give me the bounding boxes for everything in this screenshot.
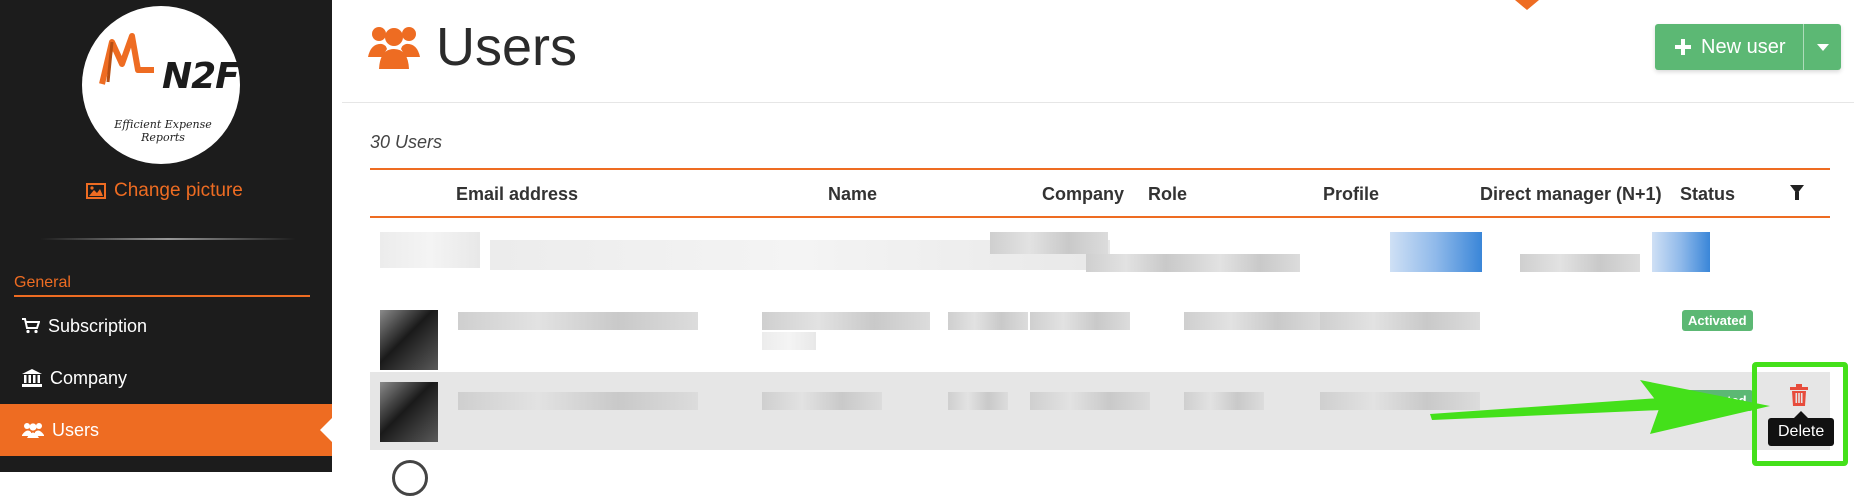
blurred-email (458, 392, 698, 410)
bank-icon (22, 369, 42, 387)
trash-icon[interactable] (1789, 384, 1809, 406)
table-row[interactable] (370, 452, 1830, 496)
logo-mark-icon (99, 33, 154, 85)
change-picture-label: Change picture (114, 180, 243, 201)
delete-tooltip: Delete (1768, 411, 1835, 446)
column-header-name[interactable]: Name (828, 184, 877, 205)
blurred-manager (1320, 312, 1480, 330)
user-count: 30 Users (370, 132, 443, 152)
sidebar-item-subscription[interactable]: Subscription (0, 300, 332, 352)
column-header-role[interactable]: Role (1148, 184, 1187, 205)
section-underline (14, 295, 310, 297)
users-icon (22, 423, 44, 438)
annotation-arrow-icon (1430, 380, 1770, 434)
change-picture-link[interactable]: Change picture (86, 180, 243, 202)
avatar (380, 310, 438, 370)
blurred-role (1030, 392, 1150, 410)
table-row[interactable] (370, 220, 1830, 298)
avatar (392, 460, 428, 496)
blurred-profile (1184, 312, 1324, 330)
column-header-company[interactable]: Company (1042, 184, 1124, 205)
blurred-email (458, 312, 698, 330)
logo-tagline: Efficient Expense Reports (114, 118, 212, 144)
page-header: Users (368, 16, 577, 78)
sidebar: N2F Efficient Expense Reports Change pic… (0, 0, 332, 472)
sidebar-item-label: Users (52, 419, 100, 440)
image-icon (86, 183, 106, 199)
sidebar-item-company[interactable]: Company (0, 352, 332, 404)
plus-icon (1675, 39, 1691, 55)
status-badge: Activated (1682, 310, 1753, 331)
blurred-role (1030, 312, 1130, 330)
blurred-name (762, 392, 882, 410)
blurred-name (762, 312, 930, 330)
logo-brand: N2F (162, 56, 240, 97)
users-icon (368, 27, 420, 69)
section-label-general: General (14, 274, 71, 291)
cart-icon (22, 318, 40, 334)
blurred-company (948, 312, 1028, 330)
table-header: Email address Name Company Role Profile … (370, 168, 1830, 218)
sidebar-item-label: Company (50, 367, 128, 388)
blurred-company (990, 232, 1108, 254)
blurred-profile (1184, 392, 1264, 410)
new-user-label: New user (1701, 35, 1786, 58)
header-divider (342, 102, 1854, 103)
sidebar-divider (40, 238, 296, 240)
column-header-status[interactable]: Status (1680, 184, 1735, 205)
column-header-profile[interactable]: Profile (1323, 184, 1379, 205)
blurred-status (1652, 232, 1710, 272)
blurred-company (948, 392, 1008, 410)
avatar (380, 382, 438, 442)
blurred-email (380, 232, 480, 268)
new-user-button-group: New user (1655, 24, 1842, 70)
sidebar-item-label: Subscription (48, 315, 148, 336)
filter-icon-stem (1795, 192, 1799, 200)
new-user-button[interactable]: New user (1655, 24, 1804, 70)
sidebar-item-users[interactable]: Users (0, 404, 332, 456)
page-title: Users (436, 17, 578, 77)
top-notch-indicator (1515, 0, 1539, 10)
table-row[interactable]: Activated (370, 296, 1830, 374)
new-user-dropdown-toggle[interactable] (1803, 24, 1842, 70)
column-header-email[interactable]: Email address (456, 184, 578, 205)
column-header-manager[interactable]: Direct manager (N+1) (1480, 184, 1662, 205)
blurred-manager (1520, 254, 1640, 272)
blurred-name-line2 (762, 332, 816, 350)
blurred-profile (1180, 254, 1300, 272)
chevron-down-icon (1816, 43, 1829, 51)
blurred-profile-badge (1390, 232, 1482, 272)
